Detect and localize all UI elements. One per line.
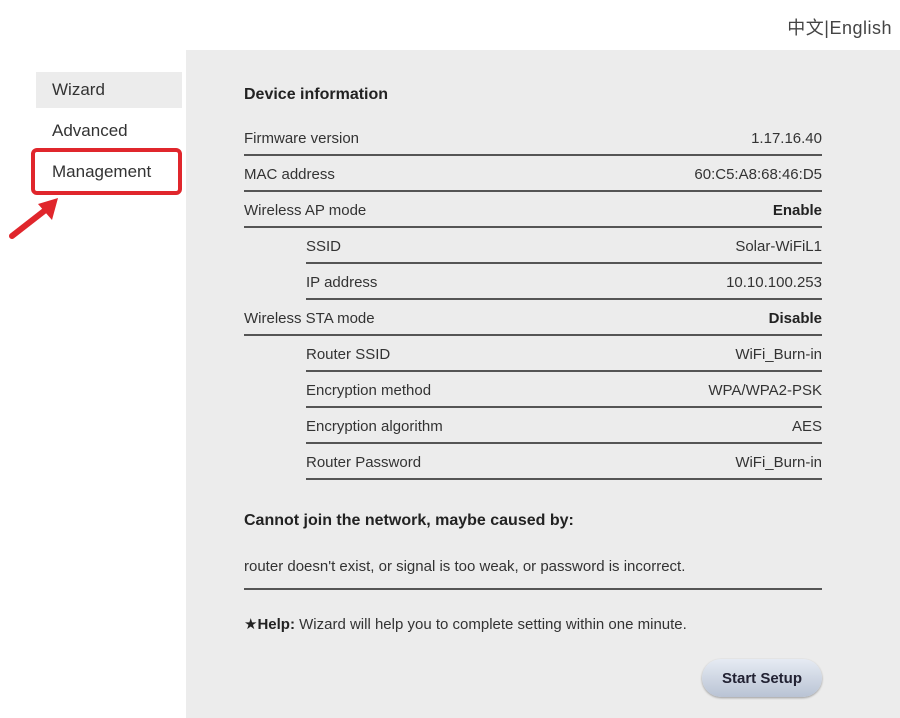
info-row-wireless-ap-mode: Wireless AP mode Enable [244, 194, 822, 228]
info-row-ssid: SSID Solar-WiFiL1 [306, 230, 822, 264]
start-setup-button[interactable]: Start Setup [702, 659, 822, 697]
info-label: IP address [306, 273, 378, 291]
info-row-encryption-algorithm: Encryption algorithm AES [306, 410, 822, 444]
info-label: Wireless AP mode [244, 201, 367, 219]
info-label: SSID [306, 237, 342, 255]
network-issue-title: Cannot join the network, maybe caused by… [244, 512, 574, 529]
info-row-firmware-version: Firmware version 1.17.16.40 [244, 122, 822, 156]
info-row-encryption-method: Encryption method WPA/WPA2-PSK [306, 374, 822, 408]
info-label: Encryption algorithm [306, 417, 443, 435]
info-value: Disable [768, 309, 822, 327]
main-panel: Device information Firmware version 1.17… [186, 50, 900, 718]
info-row-wireless-sta-mode: Wireless STA mode Disable [244, 302, 822, 336]
info-value: 60:C5:A8:68:46:D5 [694, 165, 822, 183]
info-value: WiFi_Burn-in [735, 453, 822, 471]
info-label: Encryption method [306, 381, 432, 399]
info-value: Enable [772, 201, 822, 219]
info-value: 10.10.100.253 [726, 273, 822, 291]
info-value: 1.17.16.40 [751, 129, 822, 147]
language-english-link[interactable]: English [829, 18, 892, 38]
info-value: WPA/WPA2-PSK [708, 381, 822, 399]
red-arrow-icon [9, 198, 58, 239]
info-value: AES [791, 417, 822, 435]
info-label: MAC address [244, 165, 335, 183]
sidebar-item-wizard[interactable]: Wizard [36, 72, 182, 108]
device-info-table: Firmware version 1.17.16.40 MAC address … [244, 122, 822, 480]
info-row-mac-address: MAC address 60:C5:A8:68:46:D5 [244, 158, 822, 192]
info-row-router-password: Router Password WiFi_Burn-in [306, 446, 822, 480]
language-switcher: 中文|English [787, 14, 892, 40]
network-issue-reason: router doesn't exist, or signal is too w… [244, 552, 822, 590]
info-label: Router SSID [306, 345, 391, 363]
info-row-ip-address: IP address 10.10.100.253 [306, 266, 822, 300]
management-highlight-box [31, 148, 182, 195]
info-row-router-ssid: Router SSID WiFi_Burn-in [306, 338, 822, 372]
info-label: Firmware version [244, 129, 360, 147]
info-label: Wireless STA mode [244, 309, 375, 327]
info-label: Router Password [306, 453, 422, 471]
help-description: Wizard will help you to complete setting… [294, 616, 687, 633]
device-info-title: Device information [244, 86, 389, 103]
info-value: Solar-WiFiL1 [735, 237, 822, 255]
help-text: ★Help: Wizard will help you to complete … [244, 615, 687, 633]
help-label: ★Help: [244, 616, 295, 633]
sidebar-item-advanced[interactable]: Advanced [36, 113, 186, 149]
info-value: WiFi_Burn-in [735, 345, 822, 363]
language-chinese-link[interactable]: 中文 [787, 18, 824, 38]
